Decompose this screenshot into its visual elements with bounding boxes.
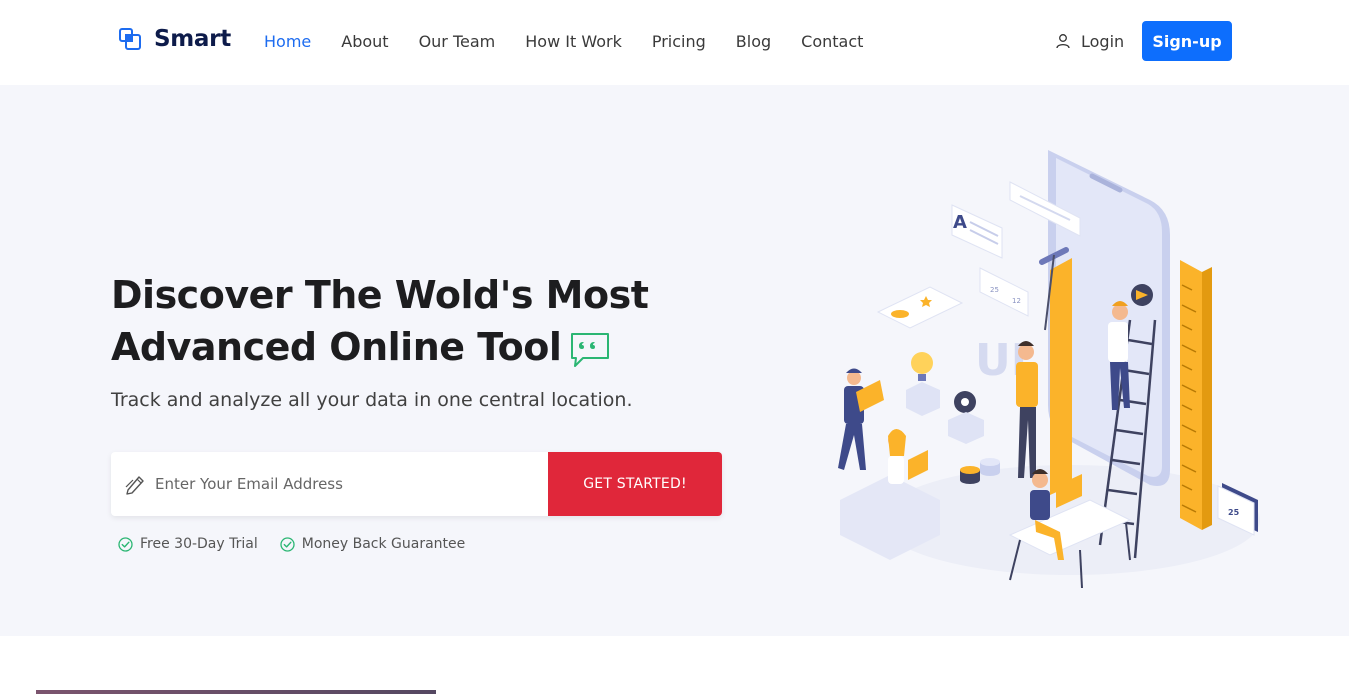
woman-with-laptop	[840, 429, 940, 560]
nav-blog[interactable]: Blog	[736, 31, 771, 53]
page: Smart Home About Our Team How It Work Pr…	[0, 0, 1349, 694]
check-circle-icon	[118, 536, 133, 552]
email-input[interactable]	[155, 464, 535, 504]
login-link[interactable]: Login	[1055, 30, 1124, 52]
hero-section: Discover The Wold's Most Advanced Online…	[0, 85, 1349, 636]
nav-pricing[interactable]: Pricing	[652, 31, 706, 53]
nav-contact[interactable]: Contact	[801, 31, 863, 53]
benefit-item: Money Back Guarantee	[280, 536, 466, 552]
site-header: Smart Home About Our Team How It Work Pr…	[0, 0, 1349, 85]
hero-illustration: A 25 12 UI 25	[838, 150, 1260, 589]
card-count-1: 25	[990, 286, 999, 294]
hero-subtitle: Track and analyze all your data in one c…	[111, 389, 633, 411]
benefits-list: Free 30-Day Trial Money Back Guarantee	[118, 536, 487, 552]
headline-line-1: Discover The Wold's Most	[111, 273, 649, 317]
login-label: Login	[1081, 31, 1125, 51]
user-icon	[1056, 34, 1070, 49]
headline-line-2: Advanced Online Tool	[111, 321, 731, 373]
brand-name: Smart	[154, 26, 231, 52]
calendar-number: 25	[1228, 508, 1240, 517]
benefit-label: Free 30-Day Trial	[140, 536, 258, 552]
benefit-item: Free 30-Day Trial	[118, 536, 258, 552]
main-nav: Home About Our Team How It Work Pricing …	[264, 31, 893, 53]
brand-logo[interactable]: Smart	[119, 26, 231, 52]
delivery-man-figure	[838, 368, 884, 470]
paint-roller	[1039, 247, 1072, 495]
nav-our-team[interactable]: Our Team	[419, 31, 496, 53]
check-circle-icon	[280, 536, 295, 552]
nav-about[interactable]: About	[341, 31, 388, 53]
letter-a-text: A	[953, 212, 967, 233]
get-started-button[interactable]: GET STARTED!	[548, 452, 722, 516]
hero-headline: Discover The Wold's Most Advanced Online…	[111, 269, 731, 373]
nav-home[interactable]: Home	[264, 31, 311, 53]
logo-icon	[119, 26, 145, 52]
headline-line-2-text: Advanced Online Tool	[111, 325, 562, 369]
benefit-label: Money Back Guarantee	[301, 536, 466, 552]
signup-button[interactable]: Sign-up	[1142, 21, 1232, 61]
quote-bubble-icon	[571, 332, 610, 367]
bottom-edge-strip	[36, 690, 436, 694]
gear-box	[948, 391, 984, 444]
bulb-box	[906, 352, 940, 416]
card-count-2: 12	[1012, 297, 1021, 305]
nav-how-it-work[interactable]: How It Work	[525, 31, 622, 53]
ruler-illustration	[1180, 260, 1212, 530]
email-signup-form: GET STARTED!	[111, 452, 722, 516]
pen-icon	[125, 476, 144, 495]
